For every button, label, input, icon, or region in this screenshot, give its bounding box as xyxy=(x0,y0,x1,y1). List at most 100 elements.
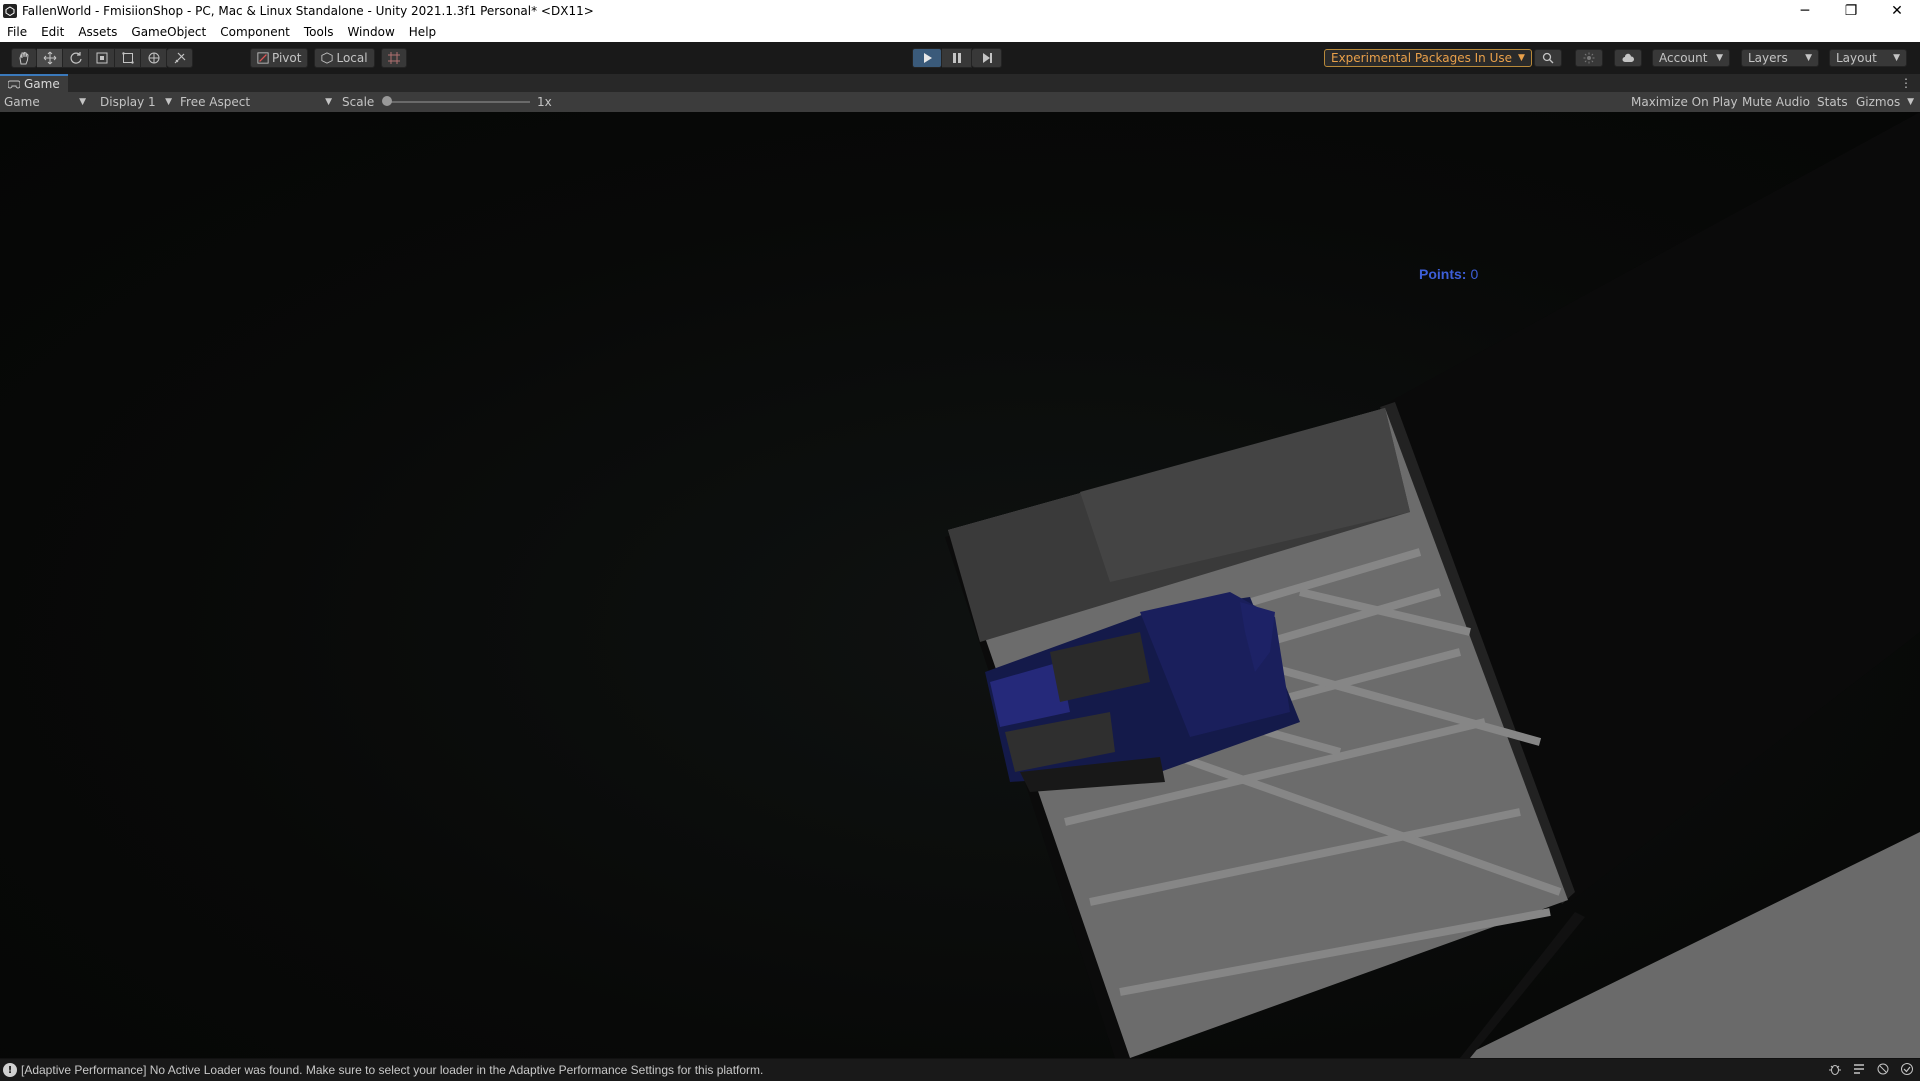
game-view-controls: Game ▼ Display 1 ▼ Free Aspect ▼ Scale 1… xyxy=(0,92,1920,112)
step-icon xyxy=(982,53,992,63)
rect-tool-button[interactable] xyxy=(115,48,141,68)
points-label: Points: xyxy=(1419,266,1467,282)
chevron-down-icon: ▼ xyxy=(1893,53,1900,63)
debug-mode-icon[interactable] xyxy=(1876,1062,1890,1076)
menu-help[interactable]: Help xyxy=(402,25,443,39)
close-window-button[interactable]: ✕ xyxy=(1874,0,1920,22)
points-counter: Points: 0 xyxy=(1419,266,1478,282)
aspect-select[interactable]: Free Aspect ▼ xyxy=(180,92,332,112)
collab-button[interactable] xyxy=(1575,49,1603,67)
tools-icon xyxy=(174,52,185,64)
grid-snap-button[interactable] xyxy=(380,48,407,68)
scene-render xyxy=(945,112,1920,1058)
move-tool-button[interactable] xyxy=(37,48,63,68)
scale-label: Scale xyxy=(342,92,374,112)
game-tab-bar: Game ⋮ xyxy=(0,74,1920,92)
menu-file[interactable]: File xyxy=(0,25,34,39)
scale-slider-track[interactable] xyxy=(386,101,530,103)
layers-dropdown[interactable]: Layers ▼ xyxy=(1741,49,1819,67)
local-label: Local xyxy=(336,51,368,65)
chevron-down-icon: ▼ xyxy=(1716,53,1723,63)
tab-game[interactable]: Game xyxy=(0,74,68,92)
tab-game-label: Game xyxy=(24,77,60,91)
stats-label: Stats xyxy=(1817,95,1848,109)
mute-audio-toggle[interactable]: Mute Audio xyxy=(1742,92,1810,112)
scale-value: 1x xyxy=(537,92,552,112)
search-icon xyxy=(1542,52,1554,64)
restore-icon: ❐ xyxy=(1844,3,1858,19)
move-icon xyxy=(43,51,56,65)
chevron-down-icon: ▼ xyxy=(1518,53,1525,63)
play-icon xyxy=(924,53,932,63)
transform-tool-button[interactable] xyxy=(141,48,167,68)
check-circle-icon[interactable] xyxy=(1900,1062,1914,1076)
rotate-icon xyxy=(69,52,82,64)
cloud-icon xyxy=(1622,53,1634,62)
pivot-label: Pivot xyxy=(272,51,302,65)
layout-dropdown[interactable]: Layout ▼ xyxy=(1829,49,1907,67)
account-label: Account xyxy=(1659,51,1708,65)
local-icon xyxy=(321,52,334,64)
pause-icon xyxy=(952,53,961,63)
sun-icon xyxy=(1583,52,1595,64)
chevron-down-icon: ▼ xyxy=(325,97,332,107)
mute-audio-label: Mute Audio xyxy=(1742,95,1810,109)
account-dropdown[interactable]: Account ▼ xyxy=(1652,49,1730,67)
local-toggle[interactable]: Local xyxy=(314,48,375,68)
restore-button[interactable]: ❐ xyxy=(1828,0,1874,22)
menu-window[interactable]: Window xyxy=(340,25,401,39)
gizmos-label: Gizmos xyxy=(1856,95,1901,109)
scale-label-text: Scale xyxy=(342,95,375,109)
chevron-down-icon: ▼ xyxy=(165,97,172,107)
layers-label: Layers xyxy=(1748,51,1788,65)
pivot-group: Pivot Local xyxy=(250,48,407,68)
chevron-down-icon: ▼ xyxy=(1805,53,1812,63)
chevron-down-icon: ▼ xyxy=(1907,97,1914,107)
minimize-icon: ─ xyxy=(1800,3,1810,19)
menu-bar: File Edit Assets GameObject Component To… xyxy=(0,22,1920,42)
search-button[interactable] xyxy=(1534,49,1562,67)
progress-icon[interactable] xyxy=(1852,1062,1866,1076)
experimental-packages-label: Experimental Packages In Use xyxy=(1331,51,1513,65)
view-select-value: Game xyxy=(4,95,40,109)
hand-tool-button[interactable] xyxy=(11,48,37,68)
menu-tools[interactable]: Tools xyxy=(297,25,341,39)
grid-icon xyxy=(387,52,400,64)
aspect-select-value: Free Aspect xyxy=(180,95,251,109)
bug-icon[interactable] xyxy=(1828,1062,1842,1076)
menu-edit[interactable]: Edit xyxy=(34,25,71,39)
maximize-on-play-label: Maximize On Play xyxy=(1631,95,1738,109)
pivot-icon xyxy=(257,52,269,64)
menu-gameobject[interactable]: GameObject xyxy=(124,25,213,39)
pivot-toggle[interactable]: Pivot xyxy=(250,48,309,68)
display-select-value: Display 1 xyxy=(100,95,156,109)
play-button[interactable] xyxy=(912,48,942,68)
status-icons xyxy=(1828,1062,1914,1076)
minimize-button[interactable]: ─ xyxy=(1782,0,1828,22)
gizmos-dropdown[interactable]: Gizmos ▼ xyxy=(1856,92,1914,112)
menu-component[interactable]: Component xyxy=(213,25,297,39)
pause-button[interactable] xyxy=(942,48,972,68)
more-options-icon[interactable]: ⋮ xyxy=(1900,76,1912,90)
game-viewport[interactable]: Points: 0 xyxy=(0,112,1920,1058)
cloud-button[interactable] xyxy=(1614,49,1642,67)
main-toolbar: Pivot Local Experimental Packages In Use… xyxy=(0,42,1920,74)
custom-tool-button[interactable] xyxy=(167,48,193,68)
rotate-tool-button[interactable] xyxy=(63,48,89,68)
menu-assets[interactable]: Assets xyxy=(71,25,124,39)
stats-toggle[interactable]: Stats xyxy=(1817,92,1848,112)
console-message[interactable]: [Adaptive Performance] No Active Loader … xyxy=(21,1063,763,1077)
hand-icon xyxy=(19,51,29,65)
scale-tool-button[interactable] xyxy=(89,48,115,68)
maximize-on-play-toggle[interactable]: Maximize On Play xyxy=(1631,92,1738,112)
scale-slider-handle[interactable] xyxy=(382,96,392,106)
layout-label: Layout xyxy=(1836,51,1877,65)
window-title: FallenWorld - FmisiionShop - PC, Mac & L… xyxy=(22,4,594,18)
chevron-down-icon: ▼ xyxy=(79,97,86,107)
step-button[interactable] xyxy=(972,48,1002,68)
experimental-packages-button[interactable]: Experimental Packages In Use ▼ xyxy=(1324,49,1532,67)
display-select[interactable]: Display 1 ▼ xyxy=(100,92,172,112)
unity-logo-icon xyxy=(3,4,17,18)
rect-icon xyxy=(121,52,134,64)
view-select[interactable]: Game ▼ xyxy=(4,92,86,112)
